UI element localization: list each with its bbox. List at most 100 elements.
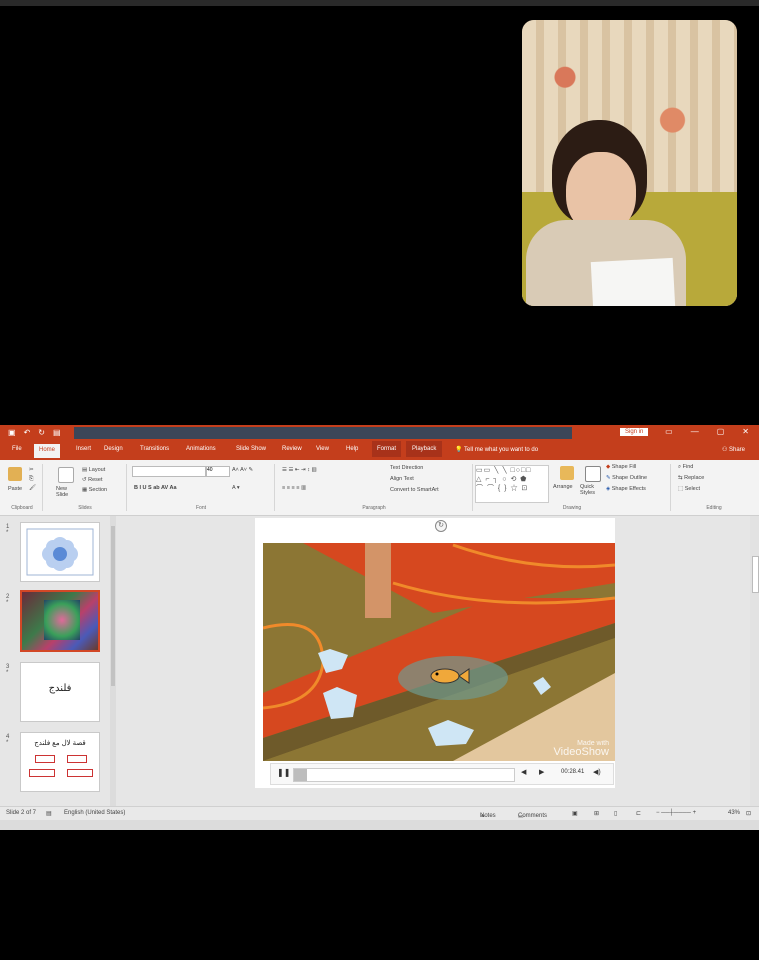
pause-icon[interactable]: ❚❚ <box>277 768 290 777</box>
zoom-slider[interactable]: − ──┼──── + <box>656 810 696 816</box>
sign-in-button[interactable]: Sign in <box>620 428 649 436</box>
ribbon: Paste ✂ ⎘ 🖌 Clipboard New Slide ▤ Layout… <box>0 460 759 516</box>
paste-icon[interactable] <box>8 467 22 481</box>
shape-effects-button[interactable]: ◈ Shape Effects <box>606 486 646 492</box>
editing-group-label: Editing <box>706 505 722 511</box>
paragraph-group-label: Paragraph <box>362 505 386 511</box>
fit-slide-icon[interactable]: ⊡ <box>746 810 751 817</box>
zoom-level[interactable]: 43% <box>728 810 740 816</box>
tab-home[interactable]: Home <box>34 444 61 458</box>
scrollbar-thumb[interactable] <box>111 526 115 686</box>
undo-icon[interactable]: ↶ <box>24 428 31 437</box>
select-button[interactable]: ⬚ Select <box>678 486 700 492</box>
slide-scrollbar[interactable] <box>750 516 759 806</box>
grow-shrink-font-icon[interactable]: A˄ A˅ ✎ <box>232 467 253 473</box>
shapes-gallery[interactable]: ▭▭ ╲ ╲ □○□□ △ ⌐ ┐ ○ ⟲ ⬟ ⌒ ⌒ { } ☆ ⊡ <box>475 465 549 503</box>
webcam-video <box>522 20 737 306</box>
quick-access-toolbar: ▣ ↶ ↻ ▤ <box>8 428 61 437</box>
shape-outline-button[interactable]: ✎ Shape Outline <box>606 475 647 481</box>
tell-me-box[interactable]: 💡 Tell me what you want to do <box>455 446 538 453</box>
slide-sorter-icon[interactable]: ⊞ <box>594 810 599 817</box>
slide-thumbnail-4[interactable]: قصة لال مع فلندج <box>20 732 100 792</box>
slide-info: Slide 2 of 7 <box>6 810 37 816</box>
diagram-box <box>67 755 87 763</box>
font-size-box[interactable]: 40 <box>206 466 230 477</box>
tab-animations[interactable]: Animations <box>186 446 216 452</box>
clipboard-group-label: Clipboard <box>11 505 33 511</box>
video-progress-fill <box>294 769 308 781</box>
font-color-icon[interactable]: A ▾ <box>232 485 240 491</box>
redo-icon[interactable]: ↻ <box>38 428 45 437</box>
tab-format[interactable]: Format <box>372 441 402 457</box>
back-icon[interactable]: ◀ <box>521 768 526 776</box>
slides-group: New Slide ▤ Layout ↺ Reset ▦ Section Sli… <box>44 464 127 511</box>
video-time: 00:28.41 <box>561 769 585 775</box>
diagram-box <box>29 769 55 777</box>
thumbnail-scrollbar[interactable] <box>110 516 116 806</box>
ribbon-display-icon[interactable]: ▭ <box>665 427 673 436</box>
reset-button[interactable]: ↺ Reset <box>82 477 103 483</box>
video-object[interactable]: Made with VideoShow <box>263 543 615 761</box>
bold-italic-underline-icon[interactable]: B I U S ab AV Aa <box>134 485 177 491</box>
close-icon[interactable]: ✕ <box>742 427 749 436</box>
minimize-icon[interactable]: — <box>691 427 699 436</box>
forward-icon[interactable]: ▶ <box>539 768 544 776</box>
slides-group-label: Slides <box>78 505 92 511</box>
comments-label: Comments <box>518 813 548 819</box>
title-bar: ▣ ↶ ↻ ▤ Sign in ▭ — ▢ ✕ <box>0 425 759 441</box>
layout-button[interactable]: ▤ Layout <box>82 467 105 473</box>
find-button[interactable]: ⌕ Find <box>678 464 693 471</box>
arrange-icon[interactable] <box>560 466 574 480</box>
share-button[interactable]: ⚇ Share <box>722 446 745 453</box>
arrange-label[interactable]: Arrange <box>553 484 573 490</box>
font-name-box[interactable] <box>132 466 206 477</box>
copy-icon[interactable]: ⎘ <box>29 476 33 483</box>
format-painter-icon[interactable]: 🖌 <box>29 485 36 491</box>
maximize-icon[interactable]: ▢ <box>717 427 725 436</box>
convert-smartart-button[interactable]: Convert to SmartArt <box>390 487 439 493</box>
tab-review[interactable]: Review <box>282 446 302 452</box>
layout-icon: ▤ <box>82 467 89 473</box>
tab-insert[interactable]: Insert <box>76 446 91 452</box>
new-slide-icon[interactable] <box>58 467 74 483</box>
replace-label: Replace <box>684 475 705 481</box>
alignment-icon[interactable]: ≡ ≡ ≡ ≡ ▥ <box>282 485 306 491</box>
quick-styles-label[interactable]: Quick Styles <box>580 484 602 496</box>
slideshow-icon[interactable]: ⊏ <box>636 810 641 817</box>
new-slide-label[interactable]: New Slide <box>56 486 76 498</box>
language[interactable]: English (United States) <box>64 810 125 816</box>
volume-icon[interactable]: ◀) <box>593 768 601 776</box>
bullets-numbering-icon[interactable]: ☰ ☰ ⇤ ⇥ ↕ ▥ <box>282 467 317 473</box>
rotate-handle-icon[interactable]: ↻ <box>435 520 447 532</box>
tab-slide-show[interactable]: Slide Show <box>236 446 266 452</box>
align-text-button[interactable]: Align Text <box>390 476 414 482</box>
tab-design[interactable]: Design <box>104 446 123 452</box>
lightbulb-icon: 💡 <box>455 447 465 453</box>
cut-icon[interactable]: ✂ <box>29 467 34 473</box>
video-progress-track[interactable] <box>293 768 515 782</box>
normal-view-icon[interactable]: ▣ <box>572 810 578 817</box>
save-icon[interactable]: ▣ <box>8 428 16 437</box>
slide-thumbnail-3[interactable]: فلندج <box>20 662 100 722</box>
quick-styles-icon[interactable] <box>585 466 601 482</box>
tab-playback[interactable]: Playback <box>406 441 443 457</box>
reading-view-icon[interactable]: ▯ <box>614 810 617 817</box>
ribbon-tab-bar: File Home Insert Design Transitions Anim… <box>0 441 759 460</box>
section-icon: ▦ <box>82 487 89 493</box>
tab-transitions[interactable]: Transitions <box>140 446 169 452</box>
section-button[interactable]: ▦ Section <box>82 487 107 493</box>
start-from-beginning-icon[interactable]: ▤ <box>53 428 61 437</box>
shape-fill-button[interactable]: ◆ Shape Fill <box>606 464 636 470</box>
tab-file[interactable]: File <box>12 446 22 452</box>
tab-view[interactable]: View <box>316 446 329 452</box>
slide-thumbnail-1[interactable] <box>20 522 100 582</box>
watermark-line-2: VideoShow <box>553 746 609 758</box>
spelling-icon[interactable]: ▤ <box>46 810 52 817</box>
text-direction-button[interactable]: Text Direction <box>390 465 423 471</box>
tab-help[interactable]: Help <box>346 446 358 452</box>
scrollbar-thumb[interactable] <box>752 556 759 593</box>
slide-thumbnail-2[interactable] <box>20 590 100 652</box>
replace-button[interactable]: ⇆ Replace <box>678 475 704 481</box>
window-controls: ▭ — ▢ ✕ <box>665 427 749 436</box>
share-label: Share <box>728 447 745 453</box>
